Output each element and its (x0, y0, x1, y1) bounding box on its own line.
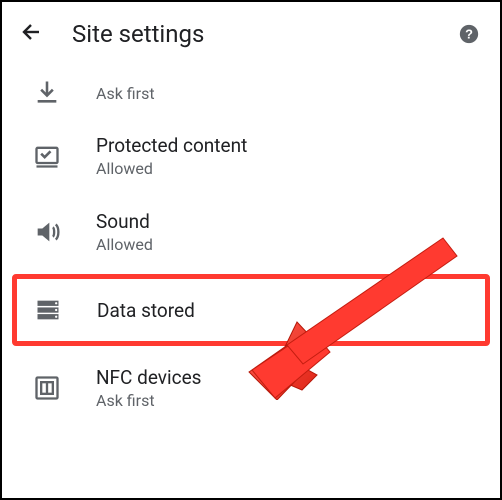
sound-icon (32, 217, 62, 247)
item-subtitle: Allowed (96, 159, 247, 178)
help-icon[interactable]: ? (458, 23, 480, 45)
protected-content-icon (32, 141, 62, 171)
item-title: Sound (96, 210, 153, 233)
back-icon[interactable] (20, 20, 44, 48)
app-header: Site settings ? (2, 2, 500, 66)
svg-text:?: ? (465, 27, 473, 42)
item-title: Protected content (96, 134, 247, 157)
nfc-icon (32, 373, 62, 403)
item-subtitle: Ask first (96, 84, 155, 103)
settings-item-downloads[interactable]: Ask first (2, 66, 500, 118)
settings-item-sound[interactable]: Sound Allowed (2, 194, 500, 270)
page-title: Site settings (72, 20, 204, 48)
settings-item-protected-content[interactable]: Protected content Allowed (2, 118, 500, 194)
settings-list: Ask first Protected content Allowed Soun… (2, 66, 500, 426)
item-title: Data stored (97, 299, 195, 322)
item-subtitle: Allowed (96, 235, 153, 254)
settings-item-nfc-devices[interactable]: NFC devices Ask first (2, 350, 500, 426)
storage-icon (33, 295, 63, 325)
item-title: NFC devices (96, 366, 201, 389)
download-icon (32, 77, 62, 107)
item-subtitle: Ask first (96, 391, 201, 410)
settings-item-data-stored[interactable]: Data stored (12, 274, 490, 346)
